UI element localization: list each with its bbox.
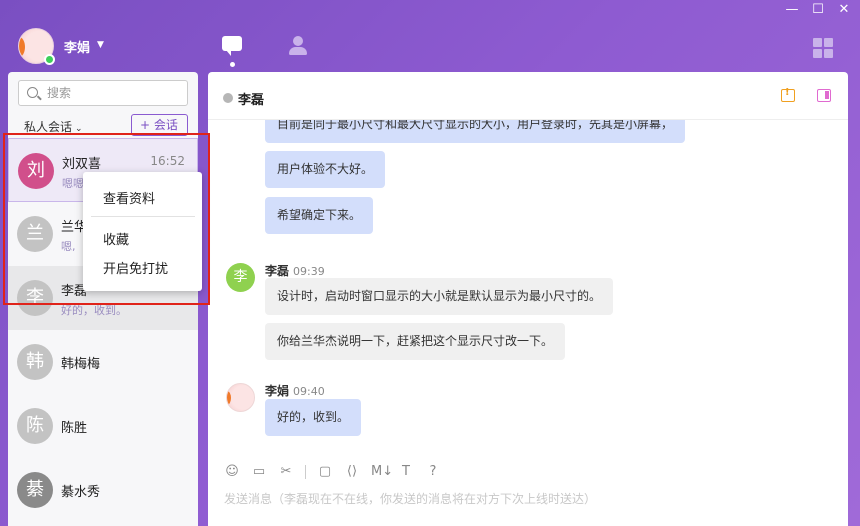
message-sender: 李磊 09:39 — [265, 264, 325, 278]
top-bar: — ☐ ✕ 李娟 ▼ — [0, 0, 860, 72]
conversation-item[interactable]: 韩 韩梅梅 — [8, 330, 198, 394]
conversation-preview: 嗯, — [61, 240, 76, 253]
context-menu: 查看资料 收藏 开启免打扰 — [83, 172, 202, 291]
compose-toolbar: ☺ ▭ ✂ ▢ ⟨⟩ M↓ T ? — [224, 463, 441, 481]
peer-status-indicator — [223, 93, 233, 103]
message-sender: 李娟 09:40 — [265, 384, 325, 398]
chevron-down-icon: ⌄ — [75, 124, 83, 134]
search-icon — [27, 87, 38, 98]
toolbar-divider — [305, 465, 306, 479]
emoji-icon[interactable]: ☺ — [224, 464, 240, 480]
code-icon[interactable]: ⟨⟩ — [344, 464, 360, 480]
chat-header: 李磊 — [208, 72, 848, 120]
conversation-filter[interactable]: 私人会话 ⌄ — [24, 118, 83, 135]
conversation-name: 韩梅梅 — [61, 357, 101, 372]
avatar: 李 — [17, 280, 53, 316]
compose-input[interactable]: 发送消息（李磊现在不在线，你发送的消息将在对方下次上线时送达） — [224, 490, 596, 507]
scissors-icon[interactable]: ✂ — [278, 464, 294, 480]
avatar: 刘 — [18, 153, 54, 189]
conversation-time: 16:52 — [150, 154, 185, 168]
menu-item-view-profile[interactable]: 查看资料 — [103, 188, 155, 207]
avatar: 韩 — [17, 344, 53, 380]
message-bubble: 目前是同于最小尺寸和最大尺寸显示的大小，用户登录时，先其是小屏幕， — [265, 120, 686, 143]
avatar[interactable]: 李 — [226, 263, 255, 292]
conversation-preview: 嗯嗯 — [62, 177, 84, 190]
markdown-icon[interactable]: M↓ — [371, 464, 393, 480]
message-bubble: 设计时，启动时窗口显示的大小就是默认显示为最小尺寸的。 — [265, 278, 614, 315]
conversation-name: 綦水秀 — [61, 485, 101, 500]
text-format-icon[interactable]: T — [398, 464, 414, 480]
chat-panel: 李磊 目前是同于最小尺寸和最大尺寸显示的大小，用户登录时，先其是小屏幕， 用户体… — [208, 72, 848, 526]
message-bubble: 用户体验不大好。 — [265, 151, 386, 188]
avatar[interactable] — [226, 383, 255, 412]
message-bubble: 希望确定下来。 — [265, 197, 374, 234]
minimize-button[interactable]: — — [784, 2, 800, 17]
conversation-item[interactable]: 綦 綦水秀 — [8, 458, 198, 522]
search-box[interactable] — [18, 80, 188, 106]
new-conversation-button[interactable]: + 会话 — [131, 114, 188, 136]
message-list: 目前是同于最小尺寸和最大尺寸显示的大小，用户登录时，先其是小屏幕， 用户体验不大… — [208, 120, 848, 450]
maximize-button[interactable]: ☐ — [810, 2, 826, 17]
peer-name: 李磊 — [238, 93, 265, 108]
message-time: 09:40 — [293, 385, 325, 398]
help-icon[interactable]: ? — [425, 464, 441, 480]
message-time: 09:39 — [293, 265, 325, 278]
folder-icon[interactable]: ▢ — [317, 464, 333, 480]
notice-icon[interactable] — [781, 87, 795, 102]
menu-divider — [91, 216, 195, 217]
image-icon[interactable]: ▭ — [251, 464, 267, 480]
message-bubble: 好的，收到。 — [265, 399, 362, 436]
active-tab-indicator — [230, 62, 235, 67]
chat-icon[interactable] — [222, 36, 244, 56]
avatar: 兰 — [17, 216, 53, 252]
close-button[interactable]: ✕ — [836, 2, 852, 17]
conversation-name: 陈胜 — [61, 421, 88, 436]
user-name[interactable]: 李娟 — [64, 37, 90, 56]
menu-item-favorite[interactable]: 收藏 — [103, 229, 129, 248]
conversation-preview: 好的，收到。 — [61, 304, 127, 317]
avatar: 陈 — [17, 408, 53, 444]
online-status-indicator — [44, 54, 55, 65]
avatar: 綦 — [17, 472, 53, 508]
conversation-name: 刘双喜 — [62, 157, 102, 172]
side-panel-icon[interactable] — [817, 89, 831, 102]
conversation-sidebar: 私人会话⌄ + 会话 刘 刘双喜 16:52 嗯嗯 兰 兰华杰 嗯, 李 李磊 … — [8, 72, 198, 526]
apps-grid-icon[interactable] — [813, 38, 833, 58]
message-bubble: 你给兰华杰说明一下，赶紧把这个显示尺寸改一下。 — [265, 323, 566, 360]
search-input[interactable] — [47, 84, 182, 102]
menu-item-do-not-disturb[interactable]: 开启免打扰 — [103, 258, 168, 277]
conversation-item[interactable]: 陈 陈胜 — [8, 394, 198, 458]
contacts-icon[interactable] — [287, 36, 309, 56]
chevron-down-icon[interactable]: ▼ — [97, 40, 104, 50]
window-controls: — ☐ ✕ — [784, 2, 852, 17]
